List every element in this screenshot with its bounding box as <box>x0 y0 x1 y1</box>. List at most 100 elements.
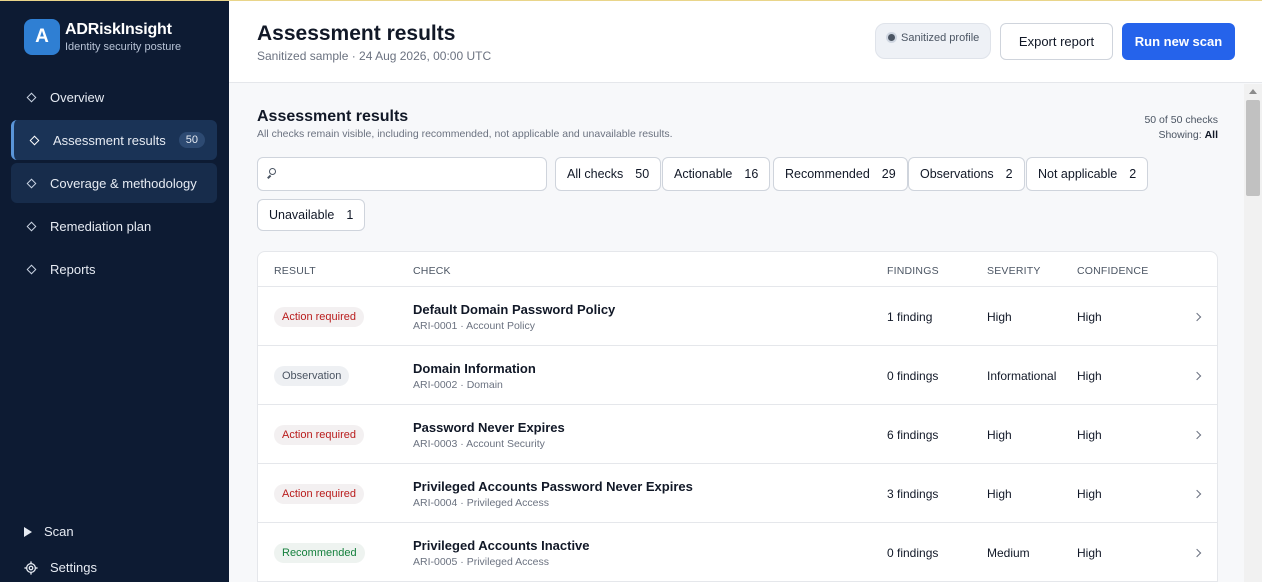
diamond-icon <box>26 221 37 231</box>
result-badge: Observation <box>274 366 350 386</box>
profile-pill[interactable]: Sanitized profile <box>875 23 991 59</box>
check-name: Password Never Expires <box>413 420 565 435</box>
column-header-severity[interactable]: SEVERITY <box>987 265 1041 277</box>
column-header-findings[interactable]: FINDINGS <box>887 265 939 277</box>
main-content: Assessment results All checks remain vis… <box>229 84 1244 582</box>
sidebar-item-scan[interactable]: Scan <box>24 524 74 539</box>
result-badge: Action required <box>274 307 364 327</box>
filter-count: 2 <box>1005 167 1013 181</box>
check-name: Privileged Accounts Password Never Expir… <box>413 479 693 494</box>
chevron-right-icon[interactable] <box>1192 312 1202 322</box>
sidebar-item-overview[interactable]: Overview <box>11 77 217 117</box>
check-meta: ARI-0002 · Domain <box>413 379 503 391</box>
findings-cell: 6 findings <box>887 428 939 442</box>
sidebar-item-count: 50 <box>178 132 205 148</box>
scrollbar-thumb[interactable] <box>1246 100 1260 196</box>
filter-label: Not applicable <box>1038 167 1118 181</box>
severity-cell: Medium <box>987 546 1030 560</box>
diamond-icon <box>26 92 37 102</box>
filter-label: Actionable <box>674 167 733 181</box>
table-row[interactable]: Action required Default Domain Password … <box>258 287 1217 346</box>
filter-label: Unavailable <box>269 208 335 222</box>
sidebar-item-label: Remediation plan <box>50 218 152 234</box>
diamond-icon <box>29 135 40 145</box>
sidebar-item-assessment-results[interactable]: Assessment results 50 <box>11 120 217 160</box>
result-badge: Action required <box>274 484 364 504</box>
severity-cell: High <box>987 487 1012 501</box>
chevron-right-icon[interactable] <box>1192 489 1202 499</box>
filter-recommended[interactable]: Recommended 29 <box>773 157 908 191</box>
filter-count: 2 <box>1129 167 1137 181</box>
app-logo: A <box>24 19 60 55</box>
confidence-cell: High <box>1077 310 1102 324</box>
column-header-confidence[interactable]: CONFIDENCE <box>1077 265 1148 277</box>
result-badge: Action required <box>274 425 364 445</box>
check-meta: ARI-0003 · Account Security <box>413 438 545 450</box>
sidebar-item-remediation-plan[interactable]: Remediation plan <box>11 206 217 246</box>
gear-icon <box>24 560 38 575</box>
run-new-scan-button[interactable]: Run new scan <box>1122 23 1235 60</box>
diamond-icon <box>26 264 37 274</box>
check-meta: ARI-0001 · Account Policy <box>413 320 535 332</box>
page-subtitle: Sanitized sample · 24 Aug 2026, 00:00 UT… <box>257 49 492 63</box>
section-title: Assessment results <box>257 108 409 125</box>
check-meta: ARI-0005 · Privileged Access <box>413 556 549 568</box>
check-name: Domain Information <box>413 361 536 376</box>
sidebar-item-label: Scan <box>44 524 74 539</box>
confidence-cell: High <box>1077 546 1102 560</box>
showing-label: Showing: <box>1158 129 1202 141</box>
sidebar-item-settings[interactable]: Settings <box>24 560 97 575</box>
filter-label: All checks <box>567 167 624 181</box>
scroll-up-arrow-icon[interactable] <box>1249 89 1257 94</box>
vertical-scrollbar[interactable] <box>1244 84 1262 582</box>
filter-label: Observations <box>920 167 994 181</box>
severity-cell: High <box>987 428 1012 442</box>
sidebar-item-label: Assessment results <box>53 132 166 148</box>
results-table: RESULT CHECK FINDINGS SEVERITY CONFIDENC… <box>257 251 1218 582</box>
page-header: Assessment results Sanitized sample · 24… <box>229 1 1262 83</box>
brand[interactable]: A ADRiskInsight Identity security postur… <box>24 19 181 55</box>
table-row[interactable]: Action required Privileged Accounts Pass… <box>258 464 1217 523</box>
check-name: Privileged Accounts Inactive <box>413 538 590 553</box>
confidence-cell: High <box>1077 369 1102 383</box>
filter-count: 29 <box>881 167 896 181</box>
checks-count: 50 of 50 checks <box>1144 114 1218 126</box>
filter-not-applicable[interactable]: Not applicable 2 <box>1026 157 1149 191</box>
sidebar-item-reports[interactable]: Reports <box>11 249 217 289</box>
confidence-cell: High <box>1077 428 1102 442</box>
findings-cell: 0 findings <box>887 546 939 560</box>
sidebar-item-label: Overview <box>50 89 105 105</box>
table-row[interactable]: Action required Password Never Expires A… <box>258 405 1217 464</box>
results-count: 50 of 50 checks Showing: All <box>1144 113 1218 143</box>
sidebar-item-coverage-methodology[interactable]: Coverage & methodology <box>11 163 217 203</box>
table-row[interactable]: Observation Domain Information ARI-0002 … <box>258 346 1217 405</box>
column-header-check[interactable]: CHECK <box>413 265 451 277</box>
filter-unavailable[interactable]: Unavailable 1 <box>257 199 366 231</box>
findings-cell: 3 findings <box>887 487 939 501</box>
chevron-right-icon[interactable] <box>1192 371 1202 381</box>
filter-actionable[interactable]: Actionable 16 <box>662 157 771 191</box>
severity-cell: High <box>987 310 1012 324</box>
play-icon <box>24 526 32 537</box>
status-dot-icon <box>888 34 895 41</box>
profile-pill-label: Sanitized profile <box>901 32 980 44</box>
result-badge: Recommended <box>274 543 365 563</box>
filter-count: 1 <box>346 208 354 222</box>
column-header-result[interactable]: RESULT <box>274 265 316 277</box>
findings-cell: 1 finding <box>887 310 933 324</box>
table-row[interactable]: Recommended Privileged Accounts Inactive… <box>258 523 1217 582</box>
filter-label: Recommended <box>785 167 870 181</box>
chevron-right-icon[interactable] <box>1192 430 1202 440</box>
section-subtitle: All checks remain visible, including rec… <box>257 128 673 140</box>
sidebar-item-label: Reports <box>50 261 96 277</box>
search-input[interactable] <box>257 157 547 191</box>
diamond-icon <box>26 178 37 188</box>
severity-cell: Informational <box>987 369 1057 383</box>
sidebar: A ADRiskInsight Identity security postur… <box>0 0 229 582</box>
filter-count: 16 <box>744 167 759 181</box>
chevron-right-icon[interactable] <box>1192 548 1202 558</box>
filter-observations[interactable]: Observations 2 <box>908 157 1025 191</box>
page-title: Assessment results <box>257 22 456 45</box>
filter-all-checks[interactable]: All checks 50 <box>555 157 662 191</box>
export-report-button[interactable]: Export report <box>1000 23 1113 60</box>
